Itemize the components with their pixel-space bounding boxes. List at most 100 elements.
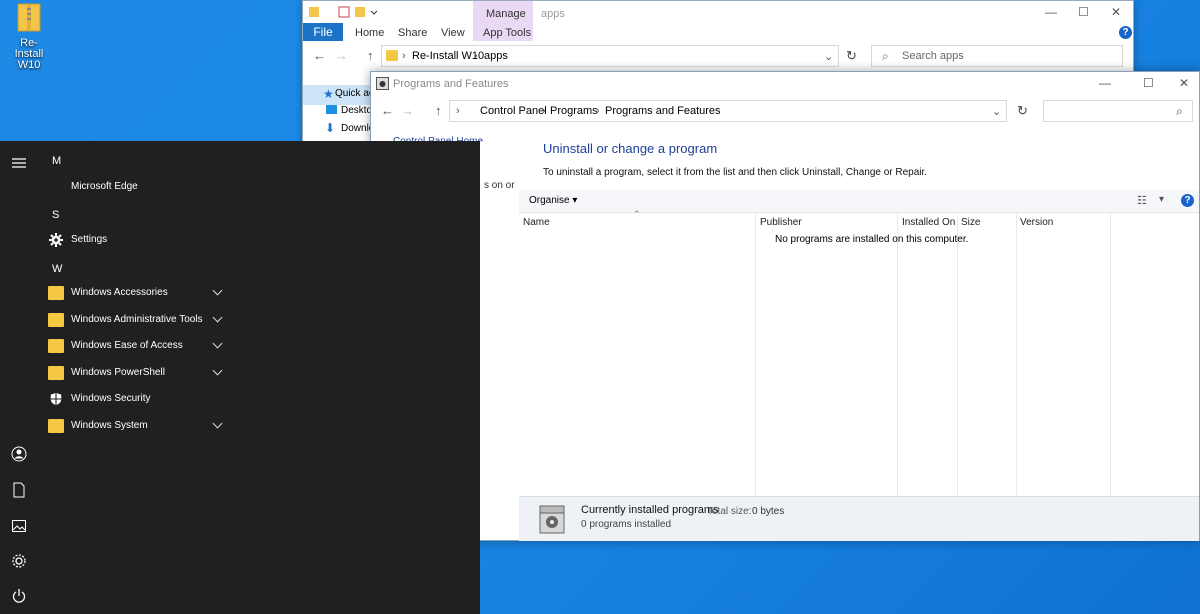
minimize-icon[interactable]: —: [1045, 5, 1057, 19]
folder-icon: [48, 313, 64, 327]
pf-chevron-down-icon[interactable]: ⌄: [992, 105, 1001, 118]
search-placeholder: Search apps: [902, 50, 964, 62]
group-letter-w[interactable]: W: [52, 263, 62, 275]
ribbon-tabs: Home Share View App Tools: [303, 23, 1133, 41]
column-version[interactable]: Version: [1020, 217, 1053, 228]
pf-forward-arrow-icon[interactable]: →: [401, 103, 414, 118]
up-arrow-icon[interactable]: ↑: [367, 48, 374, 63]
desktop-icon: [326, 105, 337, 114]
column-divider: [957, 214, 958, 496]
app-windows-accessories[interactable]: Windows Accessories: [46, 282, 226, 306]
sort-arrow-icon: ⌃: [633, 209, 641, 219]
chevron-down-icon[interactable]: [212, 365, 223, 376]
organise-button[interactable]: Organise ▾: [529, 195, 577, 206]
chevron-down-icon[interactable]: [212, 312, 223, 323]
download-icon: ⬇: [325, 121, 336, 135]
explorer-window-title: apps: [541, 8, 565, 20]
pf-toolbar: Organise ▾ ☷ ▾ ?: [519, 190, 1199, 213]
view-options-icon[interactable]: ☷: [1137, 194, 1147, 207]
app-windows-security[interactable]: Windows Security: [46, 388, 226, 412]
pf-address-bar[interactable]: › Control Panel › Programs › Programs an…: [449, 100, 1007, 122]
control-panel-icon: [376, 77, 389, 90]
footer-program-count: 0 programs installed: [581, 519, 672, 530]
star-icon: ★: [323, 87, 334, 101]
chevron-down-icon[interactable]: ⌄: [824, 50, 833, 63]
column-name[interactable]: Name: [523, 217, 550, 228]
chevron-down-icon[interactable]: [212, 418, 223, 429]
breadcrumb-programs-features[interactable]: Programs and Features: [605, 105, 721, 117]
programs-features-window[interactable]: Programs and Features — ☐ ✕ ← → ↑ › Cont…: [370, 71, 1200, 541]
manage-context-tab[interactable]: Manage: [486, 8, 526, 20]
group-letter-s[interactable]: S: [52, 209, 59, 221]
view-dropdown-icon[interactable]: ▾: [1159, 194, 1164, 205]
quick-access-toolbar-icon[interactable]: [309, 6, 379, 20]
refresh-icon[interactable]: ↻: [846, 48, 857, 64]
sidebar-link-features-partial[interactable]: s on or: [484, 180, 515, 191]
explorer-address-bar[interactable]: › Re-Install W10 › apps ⌄: [381, 45, 839, 67]
app-windows-system[interactable]: Windows System: [46, 415, 226, 439]
breadcrumb-programs[interactable]: Programs: [550, 105, 598, 117]
column-publisher[interactable]: Publisher: [760, 217, 802, 228]
shield-icon: [50, 392, 62, 406]
pf-search-input[interactable]: ⌕: [1043, 100, 1193, 122]
app-label: Windows Accessories: [71, 287, 168, 298]
column-size[interactable]: Size: [961, 217, 980, 228]
start-menu: M Microsoft Edge S Settings W Windows Ac…: [0, 141, 480, 614]
tab-app-tools[interactable]: App Tools: [483, 27, 531, 39]
chevron-down-icon[interactable]: [212, 338, 223, 349]
pf-minimize-icon[interactable]: —: [1099, 76, 1111, 90]
pf-refresh-icon[interactable]: ↻: [1017, 103, 1028, 119]
pf-heading: Uninstall or change a program: [543, 141, 718, 156]
folder-icon: [48, 286, 64, 300]
tab-view[interactable]: View: [441, 27, 465, 39]
app-settings[interactable]: Settings: [46, 229, 226, 253]
maximize-icon[interactable]: ☐: [1078, 5, 1089, 19]
folder-icon: [48, 339, 64, 353]
pf-status-footer: Currently installed programs Total size:…: [519, 496, 1199, 541]
app-windows-powershell[interactable]: Windows PowerShell: [46, 362, 226, 386]
folder-icon: [48, 419, 64, 433]
folder-icon: [386, 50, 398, 61]
explorer-titlebar: [303, 1, 1133, 23]
app-label: Windows Security: [71, 393, 151, 404]
app-windows-admin-tools[interactable]: Windows Administrative Tools: [46, 309, 226, 333]
column-installed-on[interactable]: Installed On: [902, 217, 955, 228]
app-microsoft-edge[interactable]: Microsoft Edge: [46, 176, 226, 200]
column-divider: [1016, 214, 1017, 496]
explorer-search-input[interactable]: ⌕ Search apps: [871, 45, 1123, 67]
pf-description: To uninstall a program, select it from t…: [543, 167, 928, 178]
installer-box-icon: [539, 505, 565, 534]
pf-up-arrow-icon[interactable]: ↑: [435, 103, 442, 118]
pictures-icon[interactable]: [11, 518, 27, 534]
app-windows-ease-of-access[interactable]: Windows Ease of Access: [46, 335, 226, 359]
footer-title: Currently installed programs: [581, 504, 719, 516]
pf-maximize-icon[interactable]: ☐: [1143, 76, 1154, 90]
power-icon[interactable]: [11, 588, 27, 604]
pf-close-icon[interactable]: ✕: [1179, 76, 1189, 90]
app-label: Settings: [71, 234, 108, 245]
folder-zip-icon: [17, 3, 41, 32]
column-divider: [897, 214, 898, 496]
user-account-icon[interactable]: [11, 446, 27, 462]
pf-help-icon[interactable]: ?: [1181, 194, 1194, 207]
pf-back-arrow-icon[interactable]: ←: [381, 103, 394, 118]
desktop-icon-reinstall[interactable]: Re-Install W10: [6, 2, 52, 71]
back-arrow-icon[interactable]: ←: [313, 48, 326, 63]
forward-arrow-icon[interactable]: →: [335, 48, 348, 63]
tab-home[interactable]: Home: [355, 27, 384, 39]
app-label: Windows Ease of Access: [71, 340, 183, 351]
hamburger-menu-icon[interactable]: [11, 155, 27, 171]
close-icon[interactable]: ✕: [1111, 5, 1121, 19]
settings-rail-gear-icon[interactable]: [11, 553, 27, 569]
desktop-icon-label: Re-Install W10: [14, 37, 44, 71]
column-divider: [1110, 214, 1111, 496]
nav-item-quick-access[interactable]: Quick ac: [335, 88, 374, 99]
documents-icon[interactable]: [11, 482, 27, 498]
footer-total-label: Total size:: [707, 506, 752, 517]
breadcrumb-apps[interactable]: apps: [484, 50, 508, 62]
chevron-down-icon[interactable]: [212, 285, 223, 296]
tab-share[interactable]: Share: [398, 27, 427, 39]
group-letter-m[interactable]: M: [52, 155, 61, 167]
breadcrumb-control-panel[interactable]: Control Panel: [480, 105, 547, 117]
footer-total-value: 0 bytes: [752, 506, 785, 517]
